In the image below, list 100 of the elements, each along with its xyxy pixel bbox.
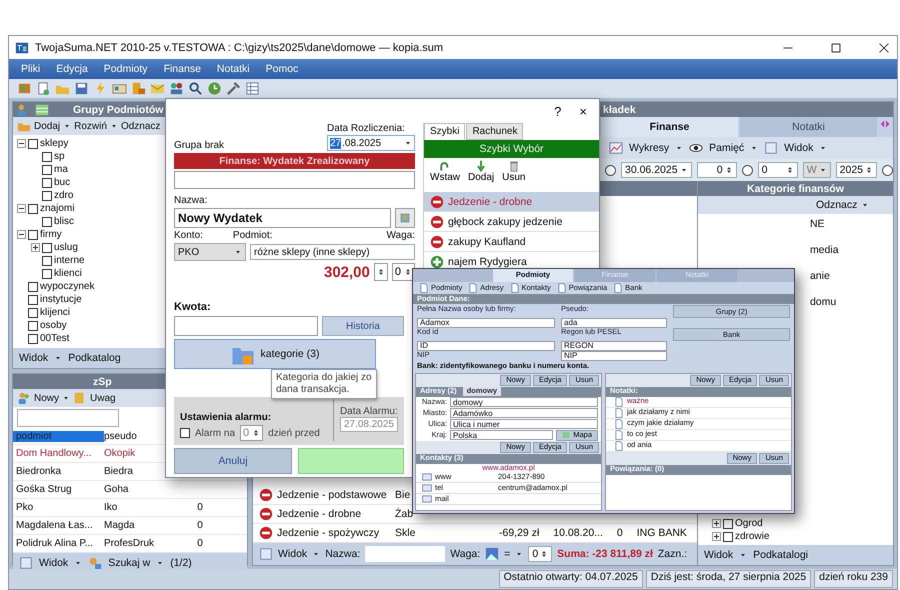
close-button[interactable]: × bbox=[579, 104, 587, 118]
toolbar-menu-button[interactable]: Nowy bbox=[34, 392, 60, 404]
toolbar-menu-button[interactable]: Odznacz bbox=[120, 120, 160, 132]
coins-icon[interactable] bbox=[131, 81, 146, 96]
tree-item-label[interactable]: NE bbox=[810, 218, 893, 230]
list-item[interactable]: głębock zakupy jedzenie bbox=[424, 212, 599, 232]
menu-item[interactable]: Edycja bbox=[56, 63, 88, 75]
tree-item-label[interactable]: wypoczynek bbox=[40, 281, 94, 292]
category-button[interactable]: kategorie (3) bbox=[174, 339, 376, 369]
people-icon[interactable] bbox=[169, 81, 184, 96]
tree-item-label[interactable]: firmy bbox=[40, 229, 62, 240]
history-button[interactable]: Historia bbox=[322, 316, 404, 336]
tree-item-label[interactable]: interne bbox=[54, 255, 85, 266]
toolbar-menu-button[interactable]: Dodaj bbox=[34, 120, 60, 132]
weight-spinner[interactable]: 0 bbox=[528, 546, 552, 562]
expand-icon[interactable] bbox=[712, 519, 721, 528]
checkbox[interactable] bbox=[28, 204, 38, 214]
name-field[interactable] bbox=[365, 546, 446, 562]
id-field[interactable]: ID bbox=[417, 341, 556, 351]
checkbox[interactable] bbox=[28, 294, 38, 304]
footer-menu-button[interactable]: Szukaj w bbox=[108, 557, 150, 569]
collapse-icon[interactable] bbox=[17, 230, 26, 239]
footer-menu-button[interactable]: Widok bbox=[39, 557, 68, 569]
number-spinner[interactable]: 0 bbox=[758, 162, 798, 178]
list-item[interactable]: Jedzenie - drobne bbox=[424, 192, 599, 212]
pseudo-field[interactable]: ada bbox=[561, 318, 668, 328]
checkbox[interactable] bbox=[42, 178, 52, 188]
tab[interactable]: Szybki bbox=[424, 123, 466, 140]
tree-item-label[interactable]: ma bbox=[54, 164, 68, 175]
regon-field[interactable]: REGON bbox=[561, 341, 668, 351]
year-spinner[interactable]: 2025 bbox=[836, 162, 877, 178]
tree-item-label[interactable]: osoby bbox=[40, 320, 67, 331]
amount-field[interactable] bbox=[174, 316, 318, 336]
tab[interactable]: Finanse bbox=[601, 117, 738, 137]
checkbox[interactable] bbox=[722, 532, 733, 542]
payee-field[interactable]: różne sklepy (inne sklepy) bbox=[250, 244, 415, 260]
address-field[interactable]: Adamówko bbox=[450, 408, 598, 418]
toolbar-menu-button[interactable]: Odznacz bbox=[816, 199, 858, 211]
checkbox[interactable] bbox=[28, 320, 38, 330]
operator-combo[interactable]: = bbox=[504, 548, 510, 560]
radio-button[interactable] bbox=[882, 164, 893, 176]
account-combo[interactable]: PKO bbox=[174, 243, 246, 261]
toolbar-menu-button[interactable]: Widok bbox=[784, 142, 814, 154]
toolbar-button[interactable]: Wstaw bbox=[430, 160, 460, 190]
toolbar-menu-button[interactable]: Rozwiń bbox=[74, 120, 107, 132]
clock-icon[interactable] bbox=[207, 81, 222, 96]
text-field[interactable] bbox=[174, 171, 415, 189]
address-field[interactable]: domowy bbox=[450, 397, 598, 408]
checkbox[interactable] bbox=[28, 282, 38, 292]
number-spinner[interactable]: 0 bbox=[696, 162, 737, 178]
toolbar-button[interactable]: Dodaj bbox=[468, 160, 494, 190]
weight-spinner[interactable]: 0 bbox=[392, 263, 415, 281]
checkbox[interactable] bbox=[28, 308, 38, 318]
expand-icon[interactable] bbox=[712, 532, 721, 541]
amount-spinner[interactable] bbox=[374, 263, 388, 281]
days-spinner[interactable]: 0 bbox=[240, 425, 264, 441]
tab[interactable]: Notatki bbox=[740, 117, 877, 137]
save-icon[interactable] bbox=[74, 81, 89, 96]
tree-item-label[interactable]: uslug bbox=[54, 242, 78, 253]
tree-item-label[interactable]: zdrowie bbox=[734, 531, 770, 542]
checkbox[interactable] bbox=[28, 230, 38, 240]
new-document-icon[interactable] bbox=[36, 81, 51, 96]
checkbox[interactable] bbox=[28, 334, 38, 344]
checkbox[interactable] bbox=[180, 428, 190, 438]
tree-item-label[interactable]: sp bbox=[54, 151, 65, 162]
checkbox[interactable] bbox=[42, 152, 52, 162]
column-header[interactable]: pseudo bbox=[104, 431, 160, 442]
tree-item-label[interactable]: znajomi bbox=[40, 203, 74, 214]
toolbar-menu-button[interactable]: Uwag bbox=[90, 392, 116, 404]
tree-item-label[interactable]: klienci bbox=[54, 268, 82, 279]
toolbar-button[interactable]: Usun bbox=[502, 160, 526, 190]
tab[interactable]: Rachunek bbox=[466, 123, 524, 140]
checkbox[interactable] bbox=[42, 216, 52, 226]
name-field[interactable]: Adamox bbox=[417, 318, 556, 328]
close-icon[interactable] bbox=[877, 40, 891, 54]
address-field[interactable]: Ulica i numer bbox=[450, 419, 598, 430]
tree-item-label[interactable]: media bbox=[810, 244, 893, 256]
checkbox[interactable] bbox=[28, 138, 38, 148]
menu-item[interactable]: Finanse bbox=[164, 63, 201, 75]
grid-icon[interactable] bbox=[245, 81, 260, 96]
tree-item-label[interactable]: zdro bbox=[54, 190, 74, 201]
menu-item[interactable]: Notatki bbox=[216, 63, 250, 75]
menu-item[interactable]: Pomoc bbox=[266, 63, 298, 75]
cancel-button[interactable]: Anuluj bbox=[174, 448, 292, 474]
menu-item[interactable]: Pliki bbox=[21, 63, 40, 75]
collapse-icon[interactable] bbox=[17, 139, 26, 148]
radio-button[interactable] bbox=[605, 164, 616, 176]
toolbar-menu-button[interactable]: Wykresy bbox=[629, 142, 670, 154]
menu-item[interactable]: Podmioty bbox=[104, 63, 148, 75]
alarm-date-field[interactable]: 27.08.2025 bbox=[340, 417, 398, 432]
tree-item-label[interactable]: klijenci bbox=[40, 307, 70, 318]
address-field[interactable]: Polska bbox=[450, 430, 554, 440]
tree-item-label[interactable]: blisc bbox=[54, 216, 74, 227]
help-button[interactable]: ? bbox=[554, 104, 562, 118]
footer-menu-button[interactable]: Widok bbox=[704, 549, 734, 561]
search-field[interactable] bbox=[17, 409, 119, 427]
checkbox[interactable] bbox=[42, 268, 52, 278]
tree-item-label[interactable]: sklepy bbox=[40, 138, 68, 149]
footer-menu-button[interactable]: Podkatalog bbox=[68, 352, 121, 364]
tools-icon[interactable] bbox=[226, 81, 241, 96]
